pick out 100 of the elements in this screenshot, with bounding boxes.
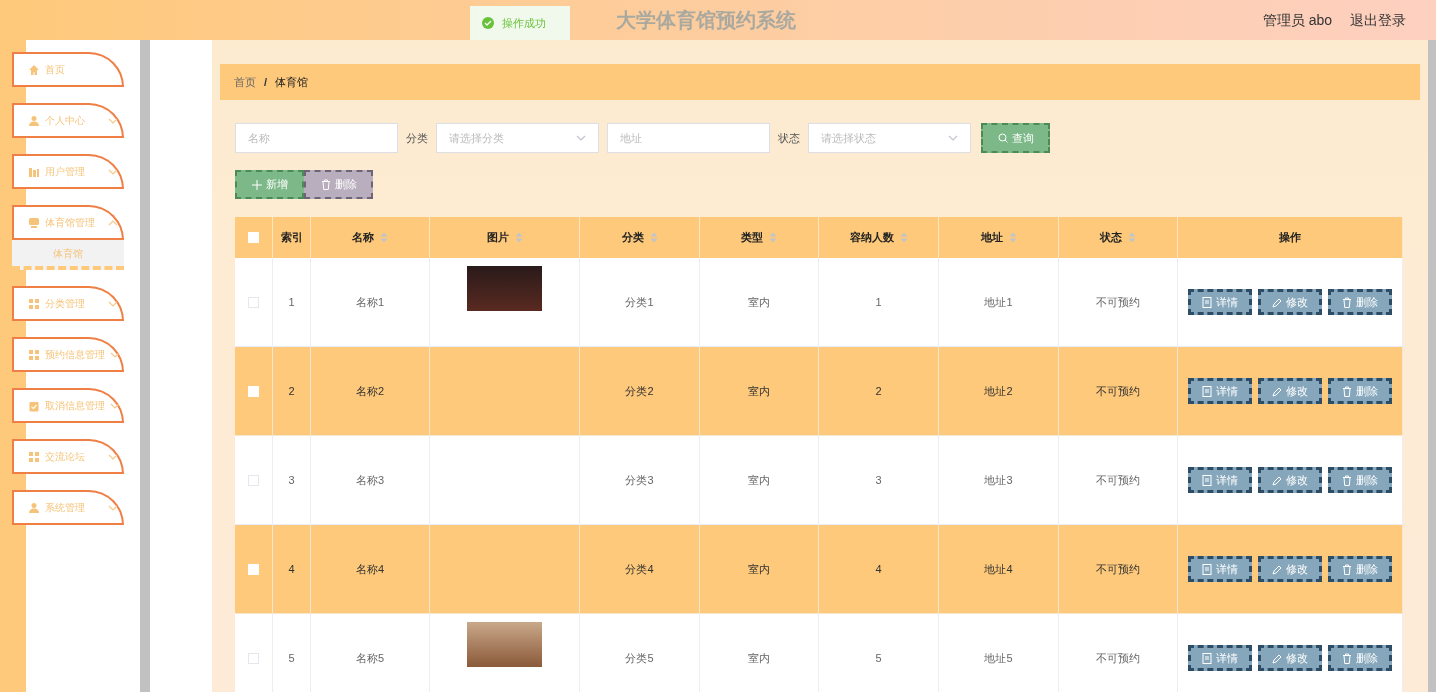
table-cell-text: 2 xyxy=(875,383,882,399)
document-icon xyxy=(1202,385,1212,397)
user-icon xyxy=(28,501,40,514)
row-checkbox[interactable] xyxy=(248,296,259,308)
table-cell-text: 3 xyxy=(288,472,295,488)
table-cell-text: 室内 xyxy=(748,294,770,310)
table-cell-text: 名称5 xyxy=(355,650,385,666)
sort-icon[interactable] xyxy=(1128,232,1136,243)
name-field[interactable]: 名称 xyxy=(235,123,398,153)
pencil-icon xyxy=(1272,563,1282,575)
sidebar-item[interactable]: 体育馆管理 xyxy=(12,205,124,240)
app-title: 大学体育馆预约系统 xyxy=(616,8,797,33)
table-cell-text: 不可预约 xyxy=(1096,383,1140,399)
column-header: 图片 xyxy=(486,230,509,246)
clipboard-icon xyxy=(28,399,40,412)
table-cell-text: 4 xyxy=(875,561,882,577)
edit-button[interactable]: 修改 xyxy=(1258,289,1322,315)
select-all-checkbox[interactable] xyxy=(248,232,259,243)
column-header: 索引 xyxy=(280,230,303,246)
sidebar-item[interactable]: 个人中心 xyxy=(12,103,124,138)
breadcrumb-link[interactable]: 首页 xyxy=(234,73,256,91)
details-button[interactable]: 详情 xyxy=(1188,289,1252,315)
grid-icon xyxy=(28,348,40,361)
document-icon xyxy=(1202,563,1212,575)
home-icon xyxy=(28,63,40,76)
check-circle-icon xyxy=(482,17,494,29)
table-cell-text: 5 xyxy=(875,650,882,666)
sidebar-item[interactable]: 用户管理 xyxy=(12,154,124,189)
sort-icon[interactable] xyxy=(769,232,777,243)
delete-button[interactable]: 删除 xyxy=(1328,556,1392,582)
table-cell-text: 分类3 xyxy=(625,472,654,488)
details-button[interactable]: 详情 xyxy=(1188,556,1252,582)
sort-icon[interactable] xyxy=(514,232,523,243)
add-button[interactable]: 新增 xyxy=(235,170,304,199)
sidebar-item[interactable]: 交流论坛 xyxy=(12,439,124,474)
table-cell-text: 分类2 xyxy=(625,383,654,399)
delete-button[interactable]: 删除 xyxy=(1328,467,1392,493)
table-cell-text: 室内 xyxy=(748,561,770,577)
details-button[interactable]: 详情 xyxy=(1188,467,1252,493)
pencil-icon xyxy=(1272,474,1282,486)
user-icon xyxy=(28,114,40,127)
sidebar-item[interactable]: 预约信息管理 xyxy=(12,337,124,372)
pencil-icon xyxy=(1272,296,1282,308)
column-header: 地址 xyxy=(980,230,1003,246)
grid-icon xyxy=(28,297,40,310)
table-cell-text: 不可预约 xyxy=(1096,561,1140,577)
delete-button[interactable]: 删除 xyxy=(1328,645,1392,671)
logout-link[interactable]: 退出登录 xyxy=(1350,9,1406,31)
plus-icon xyxy=(251,179,262,190)
edit-button[interactable]: 修改 xyxy=(1258,645,1322,671)
trash-icon xyxy=(1342,385,1352,397)
row-checkbox[interactable] xyxy=(248,652,259,664)
pencil-icon xyxy=(1272,385,1282,397)
bar-chart-icon xyxy=(28,165,40,178)
status-label: 状态 xyxy=(778,130,800,146)
breadcrumb-link[interactable]: 体育馆 xyxy=(275,73,309,91)
table-cell-text: 地址4 xyxy=(984,561,1013,577)
details-button[interactable]: 详情 xyxy=(1188,378,1252,404)
column-header: 状态 xyxy=(1100,230,1122,246)
table-cell-text: 室内 xyxy=(748,472,770,488)
sidebar-item[interactable]: 分类管理 xyxy=(12,286,124,321)
address-field[interactable]: 地址 xyxy=(607,123,770,153)
status-select[interactable]: 请选择状态 xyxy=(808,123,971,153)
sort-icon[interactable] xyxy=(649,232,658,243)
table-cell-text: 名称2 xyxy=(355,383,385,399)
column-header: 操作 xyxy=(1279,230,1301,246)
table-cell-text: 名称4 xyxy=(355,561,385,577)
sidebar-subitem[interactable]: 体育馆 xyxy=(12,240,124,270)
delete-button[interactable]: 删除 xyxy=(1328,289,1392,315)
edit-button[interactable]: 修改 xyxy=(1258,378,1322,404)
table-cell-text: 1 xyxy=(288,294,295,310)
category-select[interactable]: 请选择分类 xyxy=(436,123,599,153)
table-cell-text: 地址3 xyxy=(984,472,1013,488)
trash-icon xyxy=(1342,474,1352,486)
delete-button[interactable]: 删除 xyxy=(304,170,373,199)
sort-icon[interactable] xyxy=(1008,232,1017,243)
edit-button[interactable]: 修改 xyxy=(1258,556,1322,582)
edit-button[interactable]: 修改 xyxy=(1258,467,1322,493)
sidebar-item[interactable]: 系统管理 xyxy=(12,490,124,525)
search-button[interactable]: 查询 xyxy=(981,123,1050,153)
trash-icon xyxy=(320,179,331,190)
table-cell-text: 4 xyxy=(288,561,295,577)
row-checkbox[interactable] xyxy=(248,474,259,486)
table-cell-text: 分类1 xyxy=(625,294,654,310)
details-button[interactable]: 详情 xyxy=(1188,645,1252,671)
chevron-down-icon xyxy=(576,133,586,143)
column-header: 分类 xyxy=(621,230,644,246)
sidebar-item[interactable]: 首页 xyxy=(12,52,124,87)
table-cell-text: 不可预约 xyxy=(1096,650,1140,666)
document-icon xyxy=(1202,474,1212,486)
document-icon xyxy=(1202,652,1212,664)
sort-icon[interactable] xyxy=(899,232,908,243)
table-cell-text: 地址2 xyxy=(984,383,1013,399)
table-cell-text: 地址5 xyxy=(984,650,1013,666)
trash-icon xyxy=(1342,296,1352,308)
delete-button[interactable]: 删除 xyxy=(1328,378,1392,404)
search-icon xyxy=(997,133,1008,143)
sort-icon[interactable] xyxy=(380,232,388,243)
chevron-down-icon xyxy=(948,133,958,143)
sidebar-item[interactable]: 取消信息管理 xyxy=(12,388,124,423)
